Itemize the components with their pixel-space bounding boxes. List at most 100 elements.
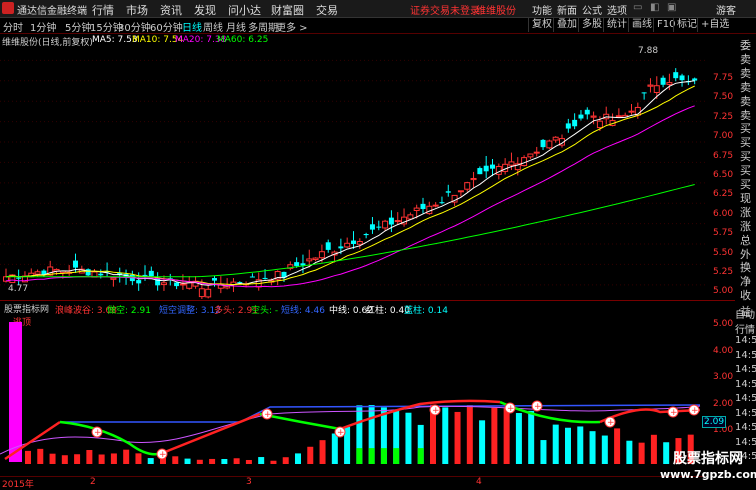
indicator-bar	[331, 433, 338, 464]
indicator-title[interactable]: 股票指标网	[4, 302, 49, 315]
indicator-bar	[503, 407, 510, 464]
period-monthly[interactable]: 月线	[226, 19, 246, 34]
price-tick-label: 7.50	[713, 92, 734, 103]
candle-body	[407, 214, 414, 220]
indicator-bar	[601, 435, 608, 464]
candle-body	[376, 226, 382, 228]
indicator-bar	[565, 427, 571, 464]
menu-discover[interactable]: 发现	[194, 2, 216, 18]
side-panel-time: 14:5	[735, 393, 756, 404]
side-panel-time: 14:5	[735, 378, 756, 390]
indicator-subbar	[356, 448, 363, 464]
menu-wealth[interactable]: 财富圈	[271, 2, 304, 18]
indicator-bar	[282, 457, 289, 464]
candle-body	[98, 273, 104, 276]
indicator-tick-label: 3.00	[713, 372, 734, 382]
ma60-line	[6, 184, 695, 278]
candlestick-chart[interactable]	[0, 34, 705, 299]
candle-body	[445, 191, 451, 193]
candle-body	[356, 241, 363, 245]
indicator-bar	[123, 449, 130, 464]
period-more[interactable]: 更多 >	[276, 19, 308, 34]
period-daily[interactable]: 日线	[182, 19, 202, 34]
candle-body	[300, 263, 306, 266]
minimize-icon[interactable]: ▭	[633, 2, 642, 13]
indicator-bar	[540, 440, 547, 464]
candle-body	[692, 78, 698, 81]
indicator-bar	[61, 455, 68, 464]
menu-news[interactable]: 资讯	[160, 2, 182, 18]
indicator-chart[interactable]: + + + + + + + + + +	[0, 314, 705, 476]
indicator-bar	[209, 458, 216, 464]
period-60min[interactable]: 60分钟	[150, 19, 183, 34]
candle-body	[679, 75, 685, 81]
price-tick-label: 7.00	[713, 131, 734, 142]
period-minute[interactable]: 分时	[3, 19, 23, 34]
candle-body	[552, 136, 559, 141]
indicator-bar	[74, 454, 81, 464]
candle-body	[432, 204, 439, 207]
period-1min[interactable]: 1分钟	[30, 19, 56, 34]
app-title: 通达信金融终端	[17, 6, 87, 17]
date-label: 2015年	[2, 480, 34, 490]
signal-marker-plus: +	[159, 450, 167, 460]
candle-body	[578, 114, 584, 119]
price-tick-label: 6.00	[713, 208, 734, 219]
menu-market[interactable]: 市场	[126, 2, 148, 18]
candle-body	[413, 207, 420, 211]
candle-body	[179, 283, 186, 286]
candle-body	[420, 203, 426, 210]
candle-body	[628, 110, 635, 113]
restore-icon[interactable]: ◧	[650, 2, 659, 13]
candle-body	[249, 276, 255, 278]
menu-quotes[interactable]: 行情	[92, 2, 114, 18]
candle-body	[344, 242, 351, 248]
multi-stock-button[interactable]: 多股	[578, 18, 605, 32]
low-price-mark: 4.77	[8, 284, 29, 294]
menu-new[interactable]: 新面	[557, 2, 577, 17]
indicator-bar	[577, 426, 584, 464]
candle-body	[653, 85, 660, 93]
candle-body	[546, 140, 553, 149]
candle-body	[660, 77, 666, 85]
period-30min[interactable]: 30分钟	[118, 19, 151, 34]
maximize-icon[interactable]: ▣	[667, 2, 676, 13]
menu-options[interactable]: 选项	[607, 2, 627, 17]
adjust-button[interactable]: 复权	[528, 18, 555, 32]
candle-body	[565, 123, 571, 129]
period-5min[interactable]: 5分钟	[65, 19, 91, 34]
candle-body	[666, 82, 673, 85]
signal-marker-plus: +	[607, 418, 615, 428]
indicator-bar	[98, 454, 105, 464]
overlay-button[interactable]: 叠加	[553, 18, 580, 32]
add-watchlist-button[interactable]: +自选	[697, 18, 732, 32]
stock-link[interactable]: 维维股份	[476, 2, 516, 17]
menu-trade[interactable]: 交易	[316, 2, 338, 18]
candle-body	[464, 182, 471, 190]
indicator-bar	[405, 412, 412, 464]
candle-body	[439, 202, 445, 204]
indicator-bar	[528, 410, 535, 464]
menu-ask[interactable]: 问小达	[228, 2, 261, 18]
menu-function[interactable]: 功能	[532, 2, 552, 17]
period-multi[interactable]: 多周期	[248, 19, 278, 34]
price-tick-label: 5.75	[713, 228, 734, 239]
signal-marker-plus: +	[534, 402, 542, 412]
login-notice[interactable]: 证券交易未登录	[410, 2, 480, 17]
date-label: 4	[476, 477, 482, 487]
period-weekly[interactable]: 周线	[203, 19, 223, 34]
candle-body	[363, 234, 369, 236]
draw-button[interactable]: 画线	[628, 18, 655, 32]
candle-body	[34, 271, 41, 275]
stats-button[interactable]: 统计	[603, 18, 630, 32]
signal-marker-plus: +	[507, 404, 515, 414]
candle-body	[338, 246, 344, 249]
indicator-bar	[319, 440, 326, 464]
indicator-bar	[307, 446, 314, 464]
price-tick-label: 6.75	[713, 150, 734, 161]
mark-button[interactable]: 标记	[673, 18, 700, 32]
menu-formula[interactable]: 公式	[582, 2, 602, 17]
user-label[interactable]: 游客	[716, 2, 736, 17]
price-tick-label: 5.25	[713, 267, 734, 277]
indicator-bar	[86, 450, 93, 464]
